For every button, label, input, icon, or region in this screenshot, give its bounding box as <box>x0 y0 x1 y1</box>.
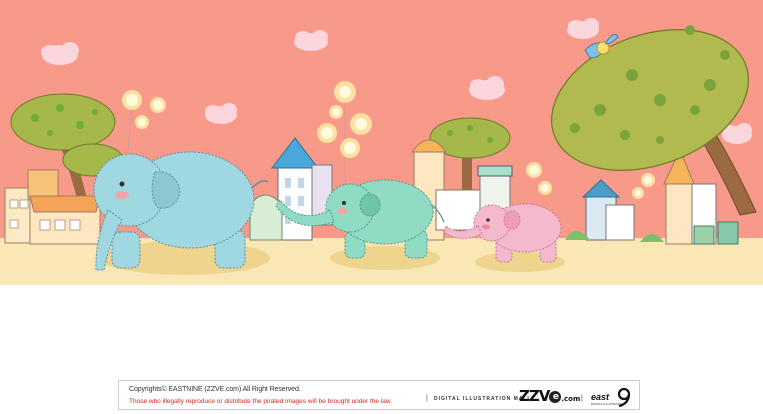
zzve-logo-com: .com <box>561 395 581 403</box>
cartoon-elephant-town-illustration <box>0 0 763 290</box>
divider: | <box>426 395 428 402</box>
striped-awning <box>29 195 101 213</box>
zzve-logo-text: ZZV <box>519 387 550 405</box>
divider: | <box>581 395 583 402</box>
cloud <box>567 18 599 39</box>
mailbox <box>717 221 739 245</box>
white-band <box>0 285 763 290</box>
copyright-footer-bar: Copyrights© EASTNINE (ZZVE.com) All Righ… <box>118 380 640 410</box>
copyright-text: Copyrights© EASTNINE (ZZVE.com) All Righ… <box>129 386 301 393</box>
east9-logo: east DIGITAL ILLUSTRATION <box>589 387 635 407</box>
nine-logo-icon <box>617 387 631 407</box>
building <box>665 181 693 245</box>
awning <box>477 165 513 177</box>
digital-illustration-mall-label: DIGITAL ILLUSTRATION MALL <box>434 396 532 402</box>
tree-canopy <box>10 93 116 151</box>
cloud <box>205 103 237 124</box>
piracy-warning-text: Those who illegally reproduce or distrib… <box>129 398 393 405</box>
bench <box>693 225 715 245</box>
zzve-logo-e: e <box>549 391 562 403</box>
building <box>605 204 635 241</box>
east9-logo-text: east <box>591 392 610 402</box>
cloud <box>294 30 328 51</box>
dome-building <box>249 194 283 241</box>
zzve-logo: ZZV e .com <box>519 387 580 405</box>
building <box>277 164 313 241</box>
